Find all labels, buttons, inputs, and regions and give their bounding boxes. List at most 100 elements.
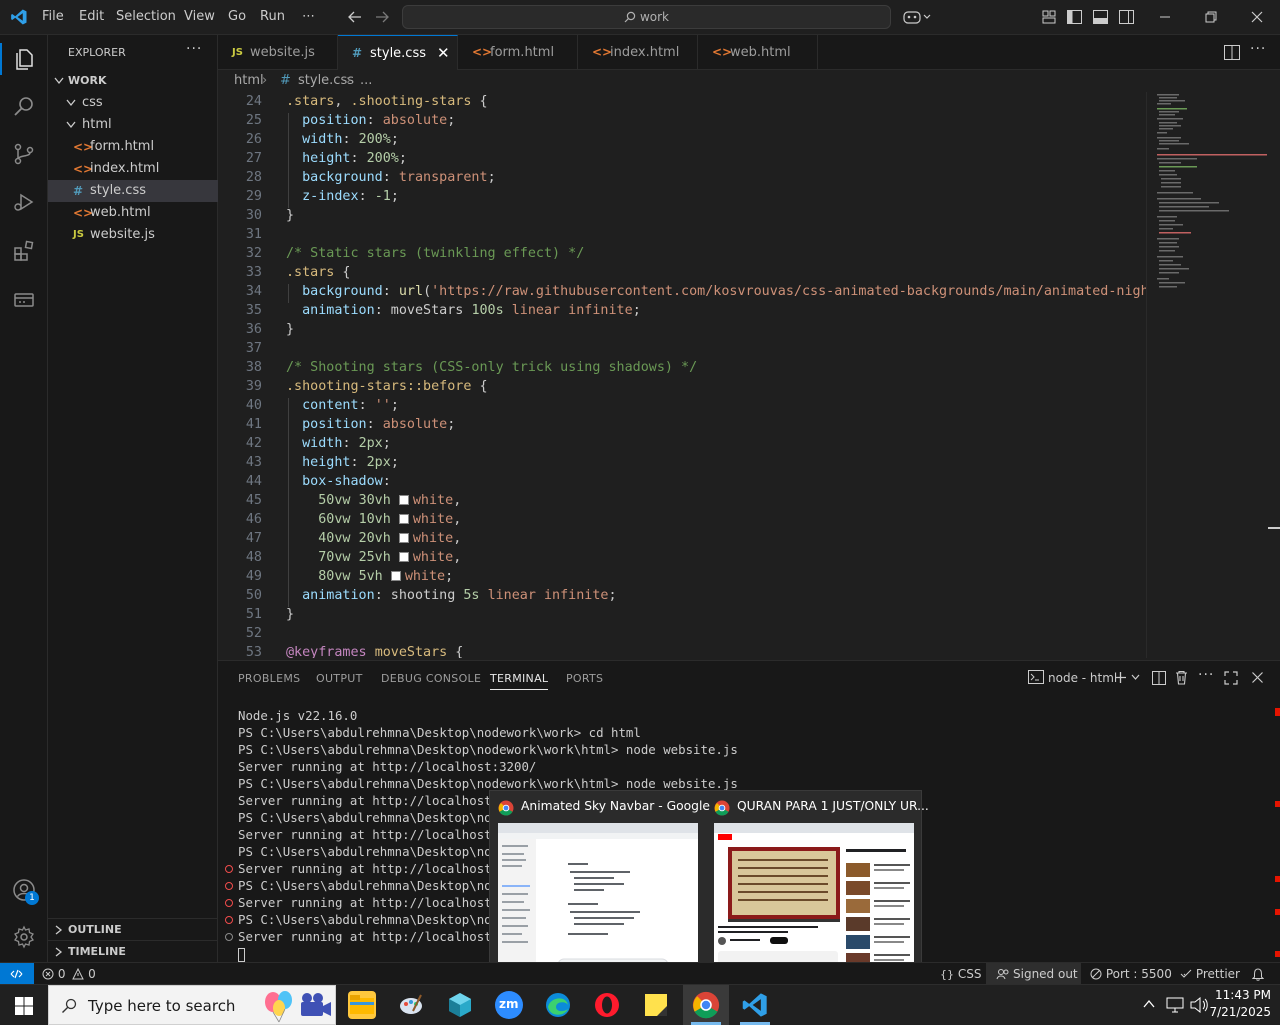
file-index-html[interactable]: <> index.html	[48, 158, 218, 180]
code-line[interactable]: /* Static stars (twinkling effect) */	[286, 246, 584, 261]
network-icon[interactable]	[1166, 997, 1184, 1013]
copilot-icon[interactable]	[903, 9, 933, 25]
code-line[interactable]: position: absolute;	[286, 113, 455, 128]
clock-date[interactable]: 7/21/2025	[1205, 1005, 1271, 1019]
color-swatch-white[interactable]	[398, 552, 409, 562]
command-decoration[interactable]	[225, 933, 233, 941]
prettier-status[interactable]: Prettier	[1180, 963, 1240, 985]
close-tab-icon[interactable]: ✕	[437, 36, 450, 71]
remote-indicator[interactable]	[0, 963, 34, 985]
problems-status[interactable]: 0 0	[42, 963, 96, 985]
outline-section[interactable]: OUTLINE	[48, 919, 218, 941]
windows-start-icon[interactable]	[15, 997, 33, 1015]
toggle-panel-icon[interactable]	[1093, 10, 1108, 24]
code-line[interactable]: background: url('https://raw.githubuserc…	[286, 284, 1189, 299]
timeline-section[interactable]: TIMELINE	[48, 941, 218, 963]
edge-taskbar-icon[interactable]	[544, 991, 572, 1019]
minimap[interactable]	[1146, 92, 1268, 658]
panel-tab-terminal[interactable]: TERMINAL	[490, 672, 549, 690]
code-line[interactable]: .stars {	[286, 265, 351, 280]
code-line[interactable]: /* Shooting stars (CSS-only trick using …	[286, 360, 697, 375]
menu-edit[interactable]: Edit	[79, 9, 104, 24]
code-line[interactable]: position: absolute;	[286, 417, 455, 432]
menu-file[interactable]: File	[42, 9, 64, 24]
command-failed-decoration[interactable]	[225, 899, 233, 907]
code-line[interactable]: content: '';	[286, 398, 399, 413]
code-line[interactable]: z-index: -1;	[286, 189, 399, 204]
explorer-icon[interactable]	[12, 47, 36, 71]
code-line[interactable]: width: 2px;	[286, 436, 391, 451]
code-line[interactable]: .stars, .shooting-stars {	[286, 94, 488, 109]
folder-html[interactable]: html	[48, 114, 218, 136]
manage-gear-icon[interactable]	[12, 925, 36, 949]
color-swatch-white[interactable]	[398, 514, 409, 524]
command-center-search[interactable]: work	[402, 5, 891, 29]
sticky-notes-taskbar-icon[interactable]	[642, 991, 670, 1019]
panel-tab-output[interactable]: OUTPUT	[316, 672, 363, 685]
trash-icon[interactable]	[1175, 670, 1188, 685]
toggle-secondary-sidebar-icon[interactable]	[1119, 10, 1134, 24]
code-line[interactable]: 40vw 20vh white,	[286, 531, 461, 546]
clock-time[interactable]: 11:43 PM	[1213, 988, 1271, 1002]
tab-web-html[interactable]: <> web.html	[698, 35, 818, 70]
command-failed-decoration[interactable]	[225, 882, 233, 890]
code-line[interactable]: .shooting-stars::before {	[286, 379, 488, 394]
code-editor[interactable]: 24 .stars, .shooting-stars {25 position: …	[218, 92, 1280, 658]
file-web-html[interactable]: <> web.html	[48, 202, 218, 224]
code-line[interactable]: height: 200%;	[286, 151, 407, 166]
menu-go[interactable]: Go	[228, 9, 246, 24]
language-mode[interactable]: {} CSS	[940, 963, 981, 986]
workspace-root[interactable]: WORK	[48, 70, 218, 92]
tab-style-css[interactable]: # style.css ✕	[338, 35, 458, 70]
split-terminal-icon[interactable]	[1152, 671, 1166, 685]
zoom-taskbar-icon[interactable]: zm	[495, 991, 523, 1019]
panel-tab-problems[interactable]: PROBLEMS	[238, 672, 300, 685]
code-line[interactable]: animation: moveStars 100s linear infinit…	[286, 303, 641, 318]
vscode-taskbar-button[interactable]	[732, 985, 778, 1025]
chrome-taskbar-button[interactable]	[683, 985, 729, 1025]
chevron-down-icon[interactable]	[1131, 674, 1140, 681]
color-swatch-white[interactable]	[398, 533, 409, 543]
panel-tab-debug-console[interactable]: DEBUG CONSOLE	[381, 672, 481, 685]
folder-css[interactable]: css	[48, 92, 218, 114]
thumbnail-title[interactable]: Animated Sky Navbar - Google ...	[521, 799, 726, 813]
code-line[interactable]: 60vw 10vh white,	[286, 512, 461, 527]
code-line[interactable]: background: transparent;	[286, 170, 496, 185]
taskbar-search-box[interactable]: Type here to search	[48, 985, 336, 1025]
live-server-port[interactable]: Port : 5500	[1090, 963, 1172, 985]
source-control-icon[interactable]	[12, 142, 36, 166]
command-failed-decoration[interactable]	[225, 916, 233, 924]
tab-website-js[interactable]: JS website.js	[218, 35, 338, 70]
code-line[interactable]: }	[286, 208, 294, 223]
file-form-html[interactable]: <> form.html	[48, 136, 218, 158]
run-debug-icon[interactable]	[12, 190, 36, 214]
explorer-more-button[interactable]: ···	[186, 41, 202, 57]
color-swatch-white[interactable]	[398, 495, 409, 505]
back-arrow-icon[interactable]	[347, 10, 363, 24]
code-line[interactable]: box-shadow:	[286, 474, 391, 489]
3d-app-taskbar-icon[interactable]	[446, 991, 474, 1019]
remote-explorer-icon[interactable]	[12, 287, 36, 311]
menu-view[interactable]: View	[184, 9, 215, 24]
close-panel-icon[interactable]	[1251, 671, 1264, 684]
terminal-name[interactable]: node - html	[1048, 671, 1117, 685]
code-line[interactable]: }	[286, 607, 294, 622]
search-view-icon[interactable]	[12, 94, 36, 118]
restore-icon[interactable]	[1204, 10, 1218, 24]
opera-taskbar-icon[interactable]	[593, 991, 621, 1019]
code-line[interactable]: 80vw 5vh white;	[286, 569, 453, 584]
menu-selection[interactable]: Selection	[116, 9, 176, 24]
thumbnail-preview-chat[interactable]	[498, 823, 698, 977]
code-line[interactable]: animation: shooting 5s linear infinite;	[286, 588, 616, 603]
notifications-bell-icon[interactable]	[1252, 968, 1264, 981]
tab-form-html[interactable]: <> form.html	[458, 35, 578, 70]
breadcrumb-more[interactable]: ...	[360, 70, 372, 92]
split-editor-icon[interactable]	[1224, 45, 1240, 60]
code-line[interactable]: width: 200%;	[286, 132, 399, 147]
file-explorer-taskbar-icon[interactable]	[348, 991, 376, 1019]
panel-tab-ports[interactable]: PORTS	[566, 672, 603, 685]
code-line[interactable]: 70vw 25vh white,	[286, 550, 461, 565]
code-line[interactable]: height: 2px;	[286, 455, 399, 470]
maximize-panel-icon[interactable]	[1224, 671, 1238, 685]
breadcrumb-folder[interactable]: html	[234, 70, 264, 92]
